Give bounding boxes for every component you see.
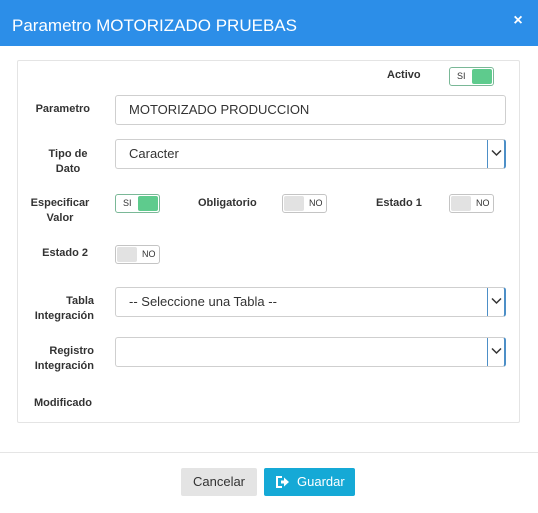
modificado-label: Modificado [33,397,92,409]
toggle-knob [472,69,492,84]
tabla-integracion-select[interactable]: -- Seleccione una Tabla -- [115,287,506,317]
obligatorio-label: Obligatorio [198,197,257,209]
form-panel: Activo SI Parametro MOTORIZADO PRODUCCIO… [17,60,520,423]
chevron-down-icon [487,288,504,316]
modal-title: Parametro MOTORIZADO PRUEBAS [12,16,297,35]
especificar-valor-label-line2: Valor [46,212,74,224]
registro-integracion-select[interactable] [115,337,506,367]
estado2-toggle[interactable]: NO [115,245,160,264]
tipo-dato-selected: Caracter [129,146,179,161]
especificar-valor-toggle[interactable]: SI [115,194,160,213]
registro-integracion-label: Registro Integración [18,344,94,374]
tabla-integracion-selected: -- Seleccione una Tabla -- [129,294,277,309]
registro-integracion-label-line1: Registro [49,345,94,357]
activo-toggle[interactable]: SI [449,67,494,86]
tipo-dato-label-line1: Tipo de [48,148,88,160]
save-button[interactable]: Guardar [264,468,355,496]
especificar-valor-toggle-text: SI [123,198,132,208]
obligatorio-toggle-text: NO [309,198,323,208]
tipo-dato-label-line2: Dato [55,163,81,175]
tipo-dato-label: Tipo de Dato [38,147,98,177]
close-icon[interactable]: × [511,13,525,29]
activo-toggle-text: SI [457,71,466,81]
toggle-knob [117,247,137,262]
obligatorio-toggle[interactable]: NO [282,194,327,213]
toggle-knob [138,196,158,211]
footer-divider [0,452,538,453]
tabla-integracion-label: Tabla Integración [18,294,94,324]
especificar-valor-label: Especificar Valor [24,196,96,226]
estado2-label: Estado 2 [42,247,88,259]
toggle-knob [451,196,471,211]
tipo-dato-select[interactable]: Caracter [115,139,506,169]
activo-label: Activo [387,69,421,81]
registro-integracion-label-line2: Integración [34,360,94,372]
toggle-knob [284,196,304,211]
chevron-down-icon [487,338,504,366]
tabla-integracion-label-line1: Tabla [66,295,94,307]
save-button-label: Guardar [297,474,345,489]
parametro-label: Parametro [35,103,90,115]
parametro-input[interactable]: MOTORIZADO PRODUCCION [115,95,506,125]
estado1-label: Estado 1 [376,197,422,209]
estado1-toggle[interactable]: NO [449,194,494,213]
estado2-toggle-text: NO [142,249,156,259]
save-icon [276,476,289,488]
especificar-valor-label-line1: Especificar [30,197,90,209]
chevron-down-icon [487,140,504,168]
modal-header: Parametro MOTORIZADO PRUEBAS × [0,0,538,46]
cancel-button[interactable]: Cancelar [181,468,257,496]
tabla-integracion-label-line2: Integración [34,310,94,322]
estado1-toggle-text: NO [476,198,490,208]
parametro-modal: Parametro MOTORIZADO PRUEBAS × Activo SI… [0,0,538,513]
